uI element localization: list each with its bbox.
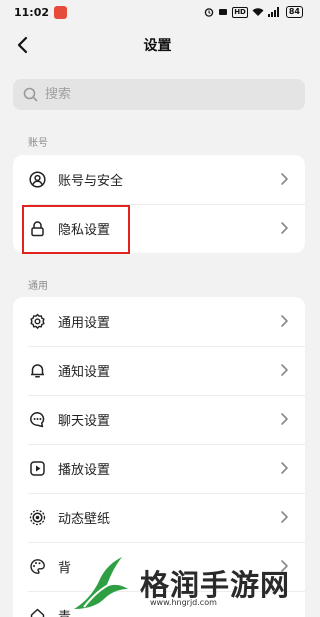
settings-item-label: 聊天设置 — [58, 414, 111, 429]
alarm-icon — [204, 8, 214, 17]
status-time: 11:02 — [14, 5, 50, 19]
settings-item-account-security[interactable]: 账号与安全 — [13, 155, 305, 204]
chevron-right-icon — [281, 315, 288, 327]
chevron-right-icon — [281, 413, 288, 425]
signal-icon — [267, 7, 279, 17]
settings-item-label: 播放设置 — [58, 463, 111, 478]
search-icon — [23, 87, 38, 102]
app-notification-icon — [54, 5, 68, 19]
highlight-box — [22, 205, 130, 254]
account-icon — [28, 171, 46, 189]
status-icons: HD 84 — [204, 6, 303, 18]
search-bar[interactable] — [13, 79, 305, 110]
back-button[interactable] — [10, 33, 34, 57]
play-icon — [28, 460, 46, 478]
palette-icon — [28, 558, 46, 576]
network-type: HD — [232, 6, 248, 18]
chevron-right-icon — [281, 364, 288, 376]
section-label-account: 账号 — [28, 138, 48, 149]
settings-item-general[interactable]: 通用设置 — [13, 297, 305, 346]
chat-icon — [28, 411, 46, 429]
chevron-right-icon — [281, 222, 288, 234]
watermark-url: www.hngrjd.com — [150, 598, 217, 607]
section-label-general: 通用 — [28, 281, 48, 292]
settings-item-playback[interactable]: 播放设置 — [13, 444, 305, 493]
navigation-bar: 设置 — [0, 28, 315, 62]
chevron-right-icon — [281, 462, 288, 474]
settings-item-label: 动态壁纸 — [58, 512, 111, 527]
search-input[interactable] — [45, 87, 265, 102]
battery-indicator: 84 — [285, 6, 303, 18]
settings-item-label: 通知设置 — [58, 365, 111, 380]
page-title: 设置 — [143, 38, 172, 54]
status-bar: 11:02 HD 84 — [0, 0, 315, 24]
gear-icon — [28, 313, 46, 331]
settings-item-wallpaper[interactable]: 动态壁纸 — [13, 493, 305, 542]
settings-item-label: 通用设置 — [58, 316, 111, 331]
settings-item-notifications[interactable]: 通知设置 — [13, 346, 305, 395]
mute-icon — [219, 9, 228, 15]
wifi-icon — [252, 8, 264, 16]
settings-item-chat[interactable]: 聊天设置 — [13, 395, 305, 444]
chevron-right-icon — [281, 173, 288, 185]
chevron-left-icon — [17, 36, 28, 54]
chevron-right-icon — [281, 511, 288, 523]
bell-icon — [28, 362, 46, 380]
home-icon — [28, 607, 46, 617]
wallpaper-icon — [28, 509, 46, 527]
watermark-logo-icon — [74, 556, 128, 609]
watermark: 格润手游网 www.hngrjd.com — [70, 548, 315, 617]
settings-item-label: 账号与安全 — [58, 174, 124, 189]
